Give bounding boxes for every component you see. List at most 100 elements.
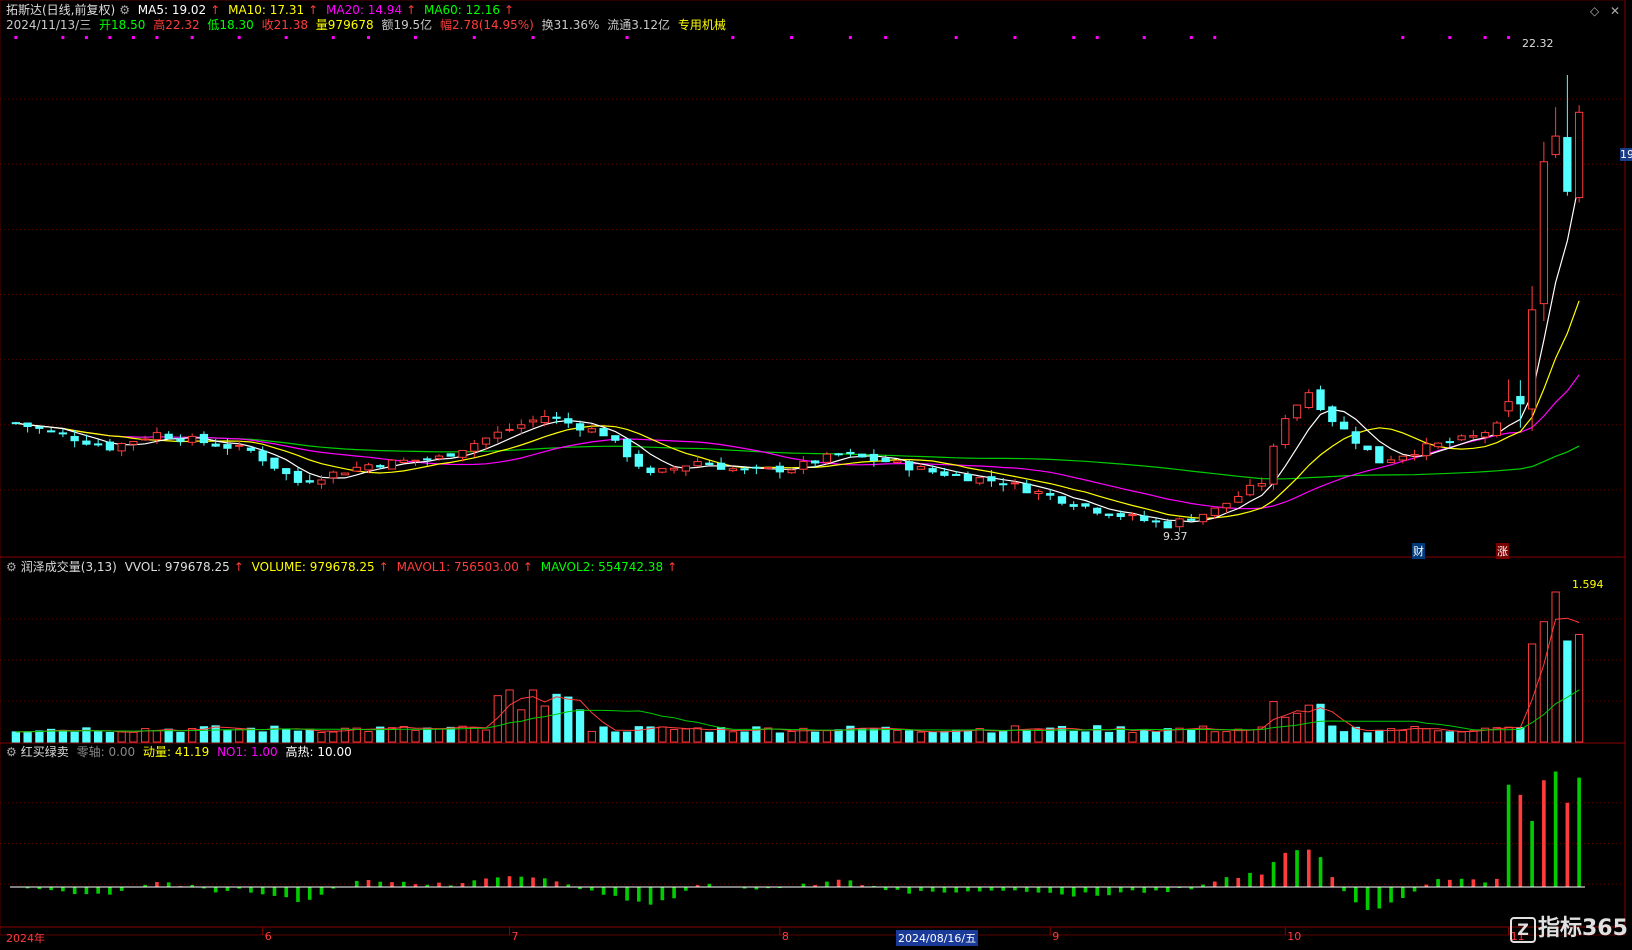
ma10-line xyxy=(15,300,1580,519)
close-icon[interactable]: ✕ xyxy=(1610,4,1620,18)
month-label: 9 xyxy=(1052,930,1060,943)
candle xyxy=(858,453,867,458)
candle-body xyxy=(1375,446,1384,464)
candle-body xyxy=(1175,518,1184,528)
volume-bar xyxy=(1069,730,1078,743)
quote-header: 2024/11/13/三 开18.50 高22.32 低18.30 收21.38… xyxy=(6,18,730,33)
signal-dot xyxy=(954,36,958,39)
candle xyxy=(1563,74,1572,196)
candlesticks[interactable] xyxy=(11,74,1584,532)
volume-bar xyxy=(893,729,902,743)
volume-bar xyxy=(681,728,690,743)
ma20-label: MA20: 14.94 xyxy=(326,3,403,17)
candle-body xyxy=(740,468,749,471)
candle xyxy=(1151,517,1161,528)
candle xyxy=(164,431,173,440)
volume-settings-icon[interactable]: ⚙ xyxy=(6,560,17,574)
candle-body xyxy=(376,465,385,468)
volume-bar xyxy=(705,731,714,743)
volume-bar xyxy=(305,728,314,743)
volume-bar xyxy=(1351,726,1360,743)
candle-body xyxy=(1551,135,1560,156)
candle xyxy=(1257,477,1266,491)
x-axis xyxy=(262,927,1510,935)
volume-bars[interactable] xyxy=(11,591,1584,743)
volume-bar xyxy=(763,727,773,743)
candle-body xyxy=(763,467,773,470)
candle-body xyxy=(1492,422,1501,436)
cai-marker[interactable]: 财 xyxy=(1412,543,1425,559)
volume-bar xyxy=(1245,729,1255,743)
month-label: 7 xyxy=(511,930,519,943)
candle xyxy=(1504,379,1513,417)
volume-bar xyxy=(1398,729,1407,743)
volume-bar xyxy=(1292,712,1302,743)
candle xyxy=(1363,445,1372,451)
volume-bar xyxy=(564,696,573,743)
candle xyxy=(1433,442,1443,449)
settings-icon[interactable]: ⚙ xyxy=(119,3,130,17)
volume-bar xyxy=(1539,621,1549,743)
candle xyxy=(1339,416,1349,430)
candle-body xyxy=(517,424,526,429)
volume-bar xyxy=(23,731,32,743)
candle xyxy=(1304,389,1313,410)
quote-industry[interactable]: 专用机械 xyxy=(678,18,726,32)
candle xyxy=(1386,455,1396,464)
candle xyxy=(199,431,209,446)
stock-title[interactable]: 拓斯达(日线,前复权) xyxy=(6,3,115,17)
candle-body xyxy=(246,447,256,451)
candle-body xyxy=(658,468,667,473)
candle xyxy=(799,456,808,475)
quote-close: 收21.38 xyxy=(261,18,308,32)
year-label: 2024年 xyxy=(6,932,45,945)
volume-bar xyxy=(1563,640,1572,743)
stock-chart[interactable] xyxy=(0,0,1632,950)
indicator-title[interactable]: 红买绿卖 xyxy=(21,745,69,759)
ma10-label: MA10: 17.31 xyxy=(228,3,305,17)
volume-bar xyxy=(411,729,420,743)
indicator-settings-icon[interactable]: ⚙ xyxy=(6,745,17,759)
candle-body xyxy=(599,428,608,437)
signal-dot xyxy=(366,36,370,39)
volume-title[interactable]: 润泽成交量(3,13) xyxy=(21,560,117,574)
signal-dot xyxy=(625,36,629,39)
candle xyxy=(11,421,21,425)
signal-dot xyxy=(108,36,112,39)
volume-bar xyxy=(1328,725,1337,743)
candle-body xyxy=(1563,137,1572,192)
volume-bar xyxy=(1104,731,1114,743)
candle-body xyxy=(270,457,279,469)
candle xyxy=(1457,434,1466,441)
candle xyxy=(611,435,620,443)
candle-body xyxy=(152,432,162,441)
candle-body xyxy=(1257,483,1266,487)
candle-body xyxy=(575,423,585,431)
volume-bar xyxy=(658,726,667,743)
candle xyxy=(1316,385,1325,412)
candle-body xyxy=(293,470,303,483)
indicator-bars[interactable] xyxy=(10,771,1585,910)
candle xyxy=(1375,446,1384,464)
signal-dots xyxy=(14,36,1511,39)
diamond-icon[interactable]: ◇ xyxy=(1590,4,1599,18)
signal-dot xyxy=(790,36,794,39)
mavol1-line xyxy=(15,617,1580,733)
volume-bar xyxy=(1433,730,1443,743)
month-label: 8 xyxy=(781,930,789,943)
candle-body xyxy=(799,460,808,470)
signal-dot xyxy=(884,36,888,39)
vvol-label: VVOL: 979678.25 xyxy=(124,560,230,574)
candle-body xyxy=(1163,521,1172,529)
candle-body xyxy=(1022,483,1031,494)
candle xyxy=(305,474,314,484)
candle-body xyxy=(1433,442,1443,448)
candle-body xyxy=(505,428,514,431)
candle-body xyxy=(235,444,244,447)
candle-body xyxy=(58,432,68,435)
watermark: Z 指标365 xyxy=(1510,910,1628,943)
zhang-marker[interactable]: 涨 xyxy=(1496,543,1509,559)
candle-body xyxy=(35,426,44,429)
cursor-date-label[interactable]: 2024/08/16/五 xyxy=(896,930,979,946)
candle-body xyxy=(834,453,843,456)
